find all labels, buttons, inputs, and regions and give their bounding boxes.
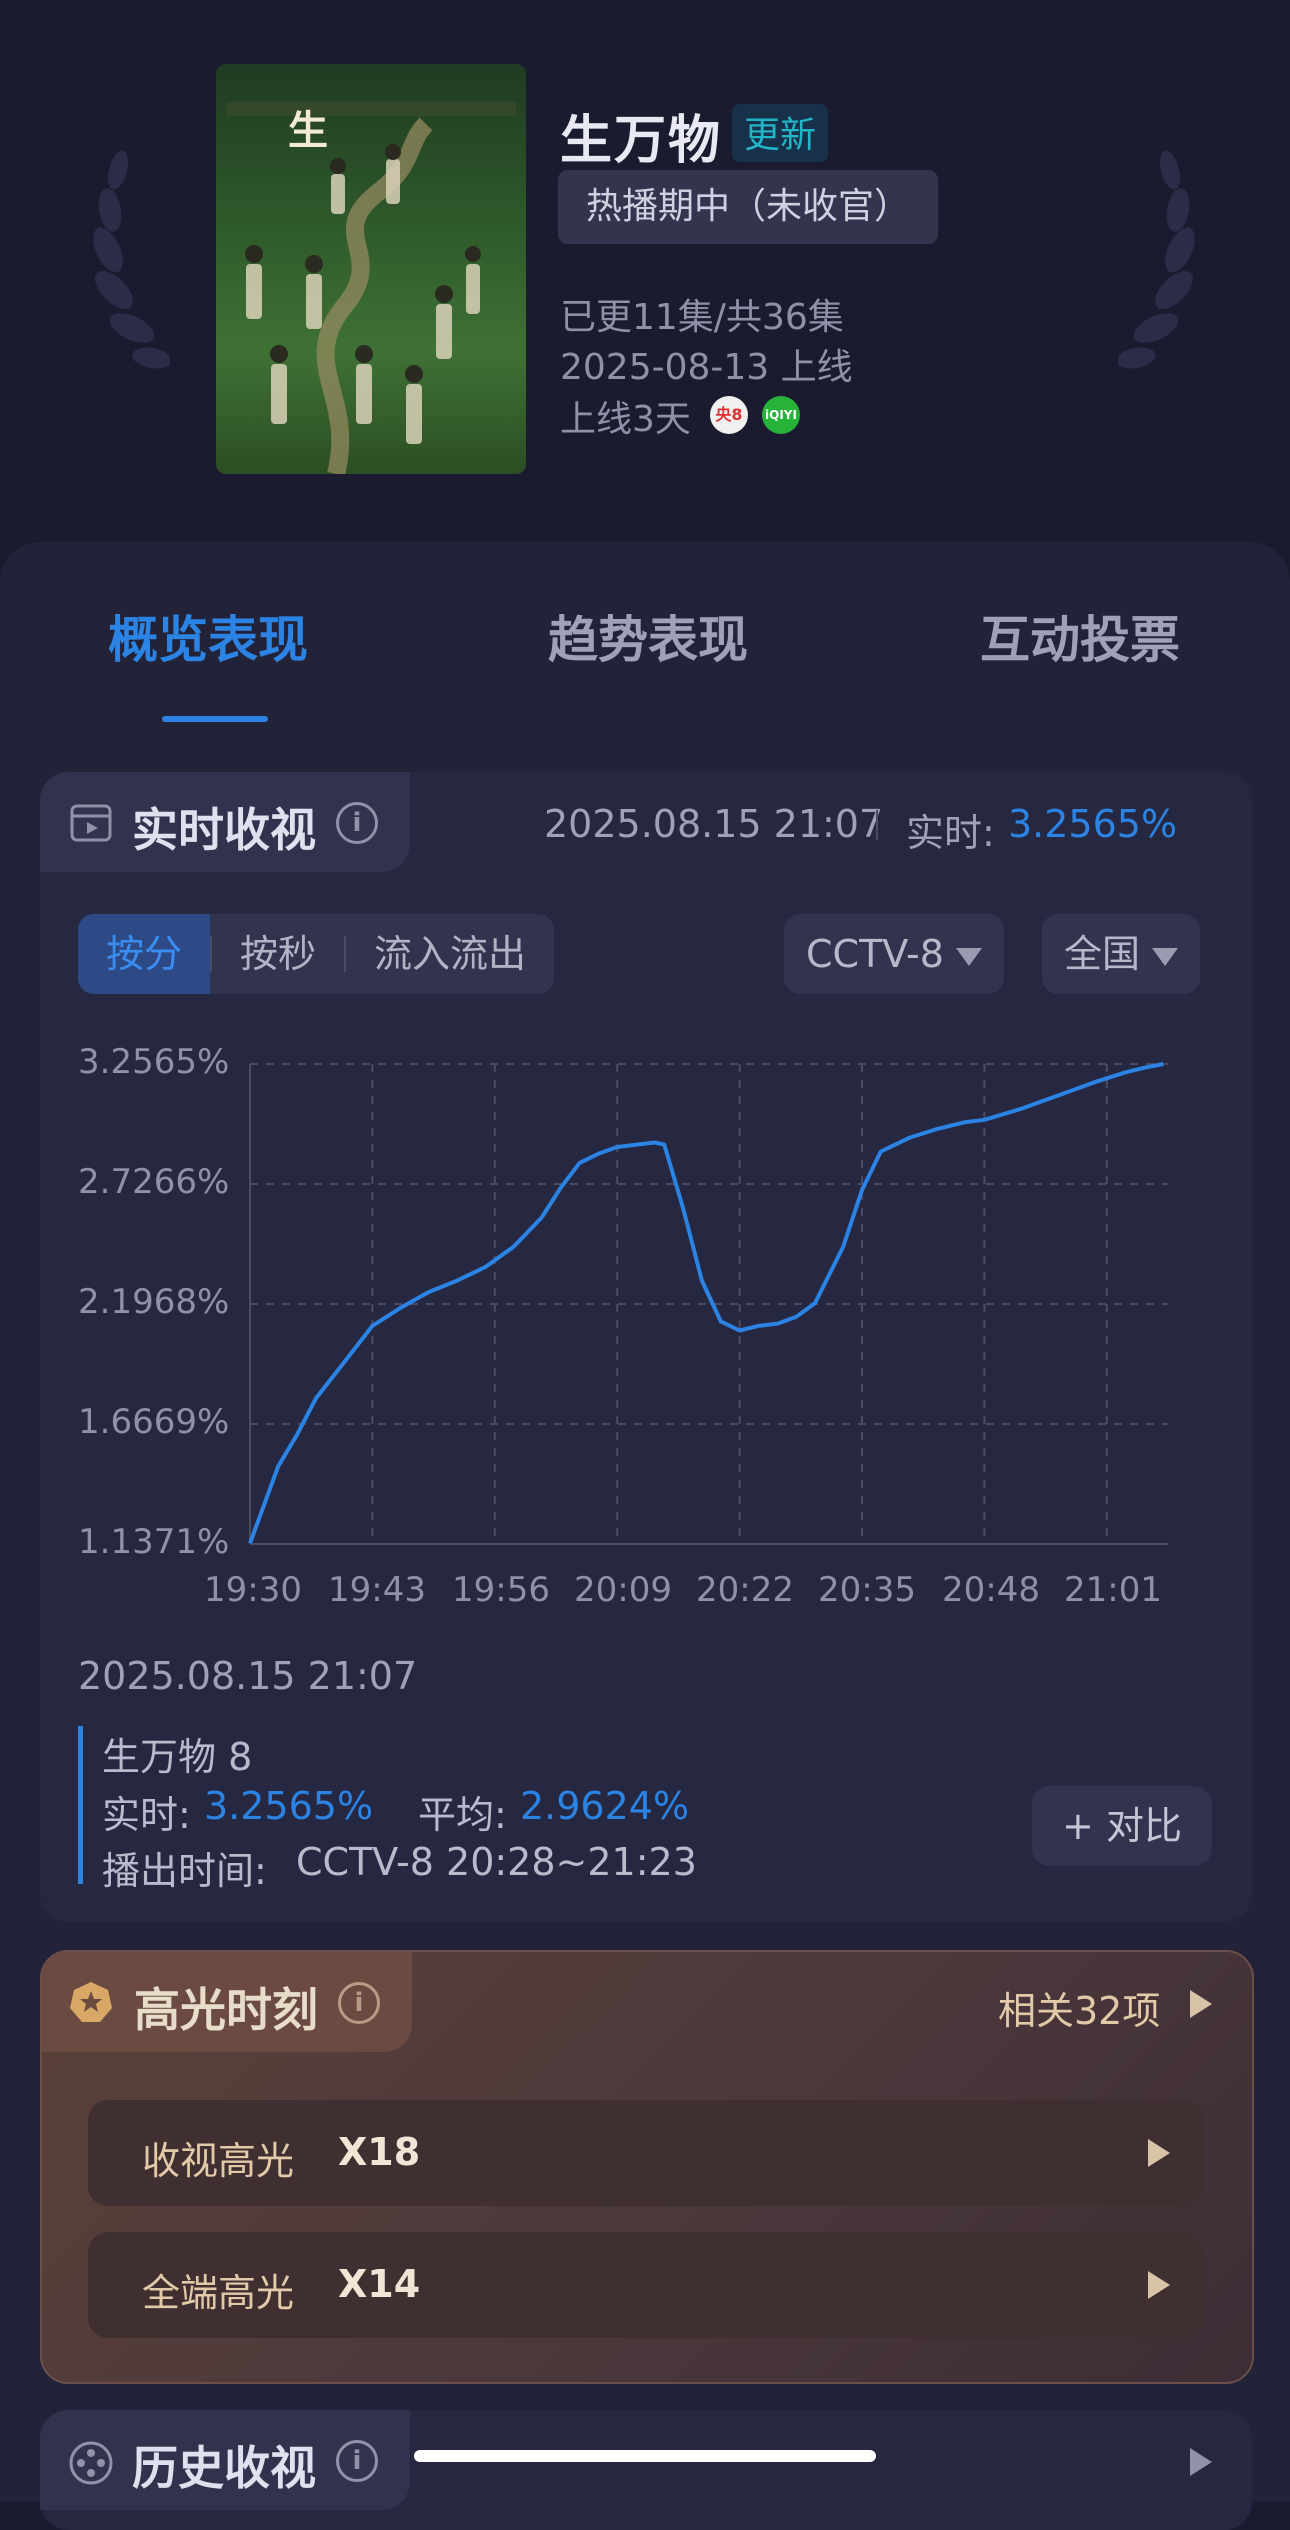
legend-average-label: 平均: [418,1793,507,1837]
history-card: 历史收视 i [40,2410,1252,2530]
x-tick-label: 20:48 [942,1570,1040,1610]
highlight-value: X18 [338,2130,421,2174]
x-tick-label: 19:30 [204,1570,302,1610]
ratings-line-chart [248,1062,1168,1545]
legend-accent-bar [78,1726,83,1884]
highlight-value: X14 [338,2262,421,2306]
highlights-card: 高光时刻 i 相关32项 收视高光 X18 全端高光 X14 [40,1950,1254,2384]
x-tick-label: 20:22 [696,1570,794,1610]
legend-realtime-label: 实时: [102,1793,191,1837]
play-arrow-icon[interactable] [1190,2448,1212,2476]
info-icon[interactable]: i [338,1982,380,2024]
info-icon[interactable]: i [336,2440,378,2482]
series-line [248,1062,1164,1544]
legend-realtime-value: 3.2565% [204,1784,374,1828]
play-arrow-icon [1148,2271,1170,2299]
highlight-label: 全端高光 [142,2271,295,2315]
legend-airtime-label: 播出时间: [102,1849,267,1893]
history-icon [69,2441,113,2485]
highlight-row[interactable]: 收视高光 X18 [88,2100,1204,2206]
x-tick-label: 19:56 [452,1570,550,1610]
play-arrow-icon [1148,2139,1170,2167]
x-tick-label: 20:35 [818,1570,916,1610]
history-title: 历史收视 [132,2441,316,2495]
x-tick-label: 20:09 [574,1570,672,1610]
x-tick-label: 21:01 [1064,1570,1162,1610]
highlights-title: 高光时刻 [134,1983,318,2037]
legend-timestamp: 2025.08.15 21:07 [78,1654,418,1698]
highlight-label: 收视高光 [142,2139,295,2183]
highlight-row[interactable]: 全端高光 X14 [88,2232,1204,2338]
play-arrow-icon[interactable] [1190,1990,1212,2018]
legend-average-value: 2.9624% [520,1784,690,1828]
legend-show-episode: 生万物 8 [102,1735,253,1779]
highlights-related-count[interactable]: 相关32项 [998,1980,1160,2035]
legend-airtime-value: CCTV-8 20:28~21:23 [296,1840,697,1884]
x-tick-label: 19:43 [328,1570,426,1610]
home-indicator [414,2450,876,2462]
star-badge-icon [70,1982,112,2022]
compare-button[interactable]: + 对比 [1032,1786,1212,1866]
